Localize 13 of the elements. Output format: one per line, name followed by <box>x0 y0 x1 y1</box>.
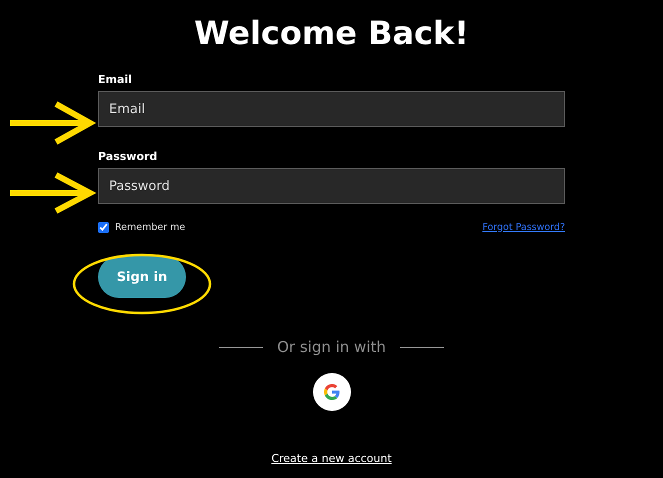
remember-label: Remember me <box>115 222 186 232</box>
sign-in-button[interactable]: Sign in <box>98 256 186 298</box>
google-icon <box>324 384 340 400</box>
input-field[interactable]: Email <box>98 91 565 127</box>
page-title: Welcome Back! <box>194 14 469 52</box>
input-field[interactable]: Password <box>98 168 565 204</box>
google-button[interactable] <box>312 373 350 411</box>
field-label: Email <box>98 73 132 86</box>
create-account-link[interactable]: Create a new account <box>271 452 392 465</box>
forgot-password-link[interactable]: Forgot Password? <box>482 222 565 232</box>
divider-text: Or sign in with <box>277 338 386 356</box>
remember-checkbox[interactable] <box>98 222 109 232</box>
field-label: Password <box>98 150 158 163</box>
